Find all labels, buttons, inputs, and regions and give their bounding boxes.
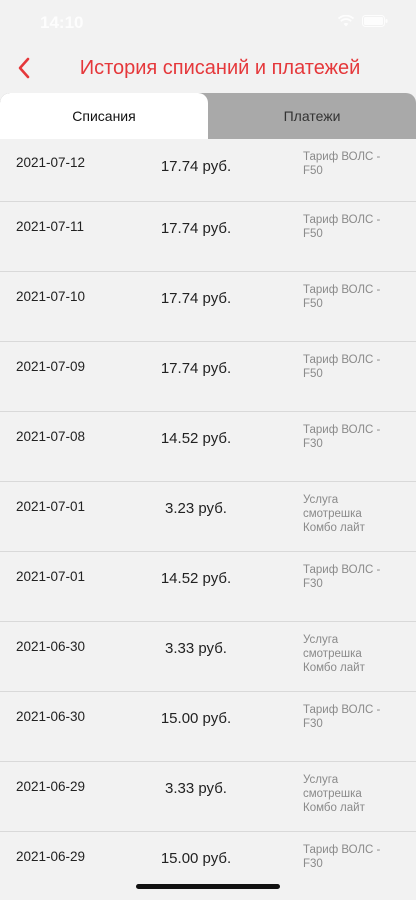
list-item: 2021-07-12 17.74 руб. Тариф ВОЛС - F50 — [0, 139, 416, 202]
row-description: Тариф ВОЛС - F50 — [303, 354, 381, 380]
row-date: 2021-06-29 — [16, 779, 86, 794]
row-date: 2021-06-30 — [16, 639, 86, 654]
list-item: 2021-07-01 14.52 руб. Тариф ВОЛС - F30 — [0, 552, 416, 622]
page-title: История списаний и платежей — [79, 57, 361, 79]
status-icons — [337, 14, 388, 32]
row-date: 2021-07-09 — [16, 359, 86, 374]
charges-list[interactable]: 2021-07-12 17.74 руб. Тариф ВОЛС - F50 20… — [0, 139, 416, 900]
row-description: Тариф ВОЛС - F30 — [303, 844, 381, 870]
list-item: 2021-07-11 17.74 руб. Тариф ВОЛС - F50 — [0, 202, 416, 272]
list-item: 2021-06-29 15.00 руб. Тариф ВОЛС - F30 — [0, 832, 416, 900]
row-amount: 3.33 руб. — [165, 780, 227, 797]
list-item: 2021-06-30 15.00 руб. Тариф ВОЛС - F30 — [0, 692, 416, 762]
row-description: Услуга смотрешка Комбо лайт — [303, 634, 365, 674]
row-amount: 15.00 руб. — [160, 710, 232, 727]
row-amount: 17.74 руб. — [160, 290, 232, 307]
tab-payments[interactable]: Платежи — [208, 93, 416, 139]
row-amount: 17.74 руб. — [160, 360, 232, 377]
wifi-icon — [337, 14, 355, 32]
battery-icon — [362, 14, 388, 32]
row-amount: 3.33 руб. — [165, 640, 227, 657]
row-amount: 14.52 руб. — [160, 570, 232, 587]
row-description: Тариф ВОЛС - F30 — [303, 704, 381, 730]
row-date: 2021-06-30 — [16, 709, 86, 724]
row-date: 2021-07-12 — [16, 155, 86, 170]
row-description: Тариф ВОЛС - F30 — [303, 424, 381, 450]
row-date: 2021-07-08 — [16, 429, 86, 444]
row-date: 2021-06-29 — [16, 849, 86, 864]
status-bar: 14:10 — [0, 0, 416, 44]
row-amount: 14.52 руб. — [160, 430, 232, 447]
row-amount: 15.00 руб. — [160, 850, 232, 867]
list-item: 2021-07-10 17.74 руб. Тариф ВОЛС - F50 — [0, 272, 416, 342]
row-description: Тариф ВОЛС - F50 — [303, 151, 381, 177]
tab-charges[interactable]: Списания — [0, 93, 208, 139]
row-amount: 3.23 руб. — [165, 500, 227, 517]
row-description: Тариф ВОЛС - F30 — [303, 564, 381, 590]
list-item: 2021-07-09 17.74 руб. Тариф ВОЛС - F50 — [0, 342, 416, 412]
header: История списаний и платежей — [0, 44, 416, 94]
row-description: Тариф ВОЛС - F50 — [303, 284, 381, 310]
home-indicator[interactable] — [136, 884, 280, 889]
list-item: 2021-06-29 3.33 руб. Услуга смотрешка Комб… — [0, 762, 416, 832]
status-time: 14:10 — [40, 13, 84, 32]
list-item: 2021-06-30 3.33 руб. Услуга смотрешка Комб… — [0, 622, 416, 692]
row-description: Услуга смотрешка Комбо лайт — [303, 494, 365, 534]
row-date: 2021-07-10 — [16, 289, 86, 304]
row-description: Тариф ВОЛС - F50 — [303, 214, 381, 240]
list-item: 2021-07-08 14.52 руб. Тариф ВОЛС - F30 — [0, 412, 416, 482]
row-amount: 17.74 руб. — [160, 158, 232, 175]
row-date: 2021-07-01 — [16, 569, 86, 584]
row-amount: 17.74 руб. — [160, 220, 232, 237]
list-item: 2021-07-01 3.23 руб. Услуга смотрешка Комб… — [0, 482, 416, 552]
tab-bar: Списания Платежи — [0, 93, 416, 139]
row-description: Услуга смотрешка Комбо лайт — [303, 774, 365, 814]
row-date: 2021-07-11 — [16, 219, 85, 234]
row-date: 2021-07-01 — [16, 499, 86, 514]
